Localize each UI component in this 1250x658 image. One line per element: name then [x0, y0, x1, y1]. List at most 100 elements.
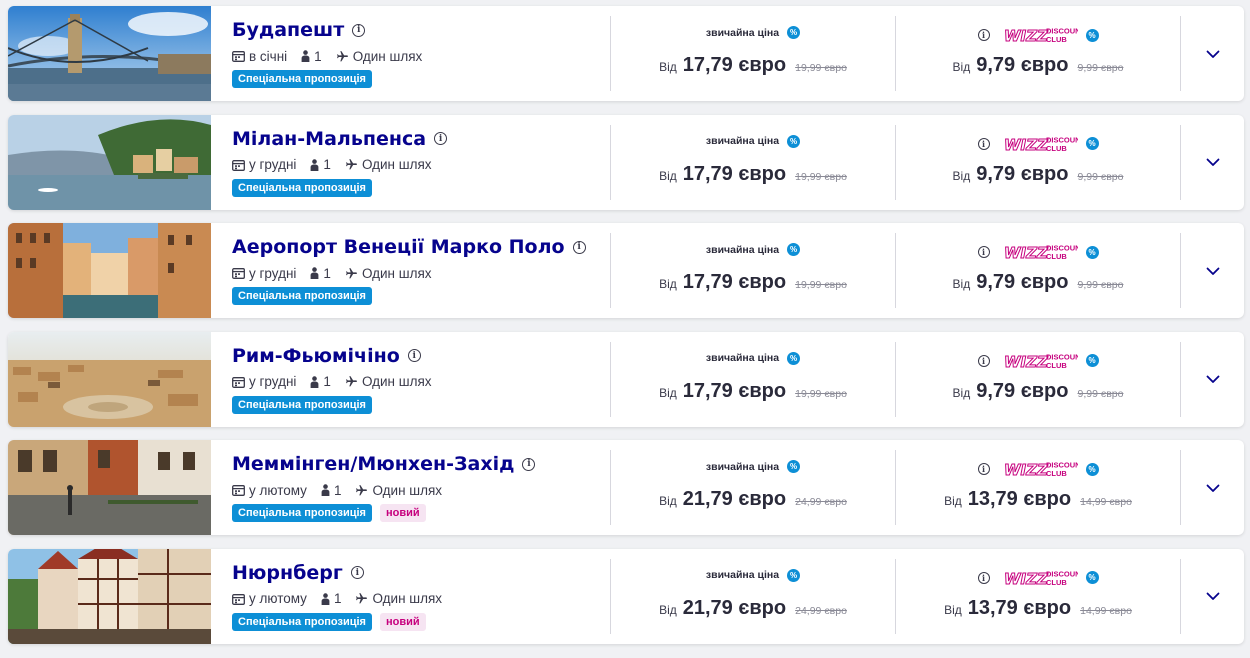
club-price-column[interactable]: i WIZZ DISCOUNT CLUB % Від 9,79 євро 9,9…: [896, 6, 1180, 101]
chevron-down-icon: [1206, 152, 1220, 171]
plane-icon: [345, 375, 358, 388]
offer-card-2[interactable]: Мілан-Мальпенса i у грудні 1 Один шлях С…: [8, 114, 1244, 210]
destination-title[interactable]: Нюрнберг i: [232, 561, 602, 585]
offer-card-6[interactable]: Нюрнберг i у лютому 1 Один шлях Спеціаль…: [8, 548, 1244, 644]
regular-price-column[interactable]: звичайна ціна % Від 17,79 євро 19,99 євр…: [611, 332, 895, 427]
offer-card-3[interactable]: Аеропорт Венеції Марко Поло i у грудні 1: [8, 223, 1244, 319]
from-label: Від: [659, 277, 677, 292]
club-price: Від 9,79 євро 9,99 євро: [896, 380, 1180, 403]
expand-button[interactable]: [1204, 44, 1222, 62]
club-price-label: i WIZZ DISCOUNT CLUB %: [896, 460, 1180, 478]
info-icon[interactable]: i: [977, 246, 990, 259]
trip-type: Один шлях: [355, 483, 442, 498]
travel-month: у грудні: [232, 157, 296, 172]
offer-badges: Спеціальна пропозиція: [232, 395, 602, 414]
destination-name[interactable]: Нюрнберг: [232, 562, 343, 584]
regular-price-label: звичайна ціна %: [611, 568, 895, 582]
destination-name[interactable]: Будапешт: [232, 19, 344, 41]
club-price-column[interactable]: i WIZZ DISCOUNT CLUB % Від 9,79 євро 9,9…: [896, 115, 1180, 210]
destination-name[interactable]: Рим-Фьюмічіно: [232, 345, 400, 367]
expand-button[interactable]: [1204, 261, 1222, 279]
passenger-count-text: 1: [314, 48, 322, 64]
info-icon[interactable]: i: [977, 571, 990, 584]
percent-icon: %: [787, 351, 801, 365]
person-icon: [321, 484, 330, 497]
club-old-price: 9,99 євро: [1077, 62, 1124, 74]
destination-title[interactable]: Будапешт i: [232, 18, 602, 42]
regular-old-price: 19,99 євро: [795, 279, 847, 292]
info-icon[interactable]: i: [434, 132, 448, 146]
regular-price-column[interactable]: звичайна ціна % Від 21,79 євро 24,99 євр…: [611, 549, 895, 644]
wizz-discount-club-logo: WIZZ DISCOUNT CLUB: [1004, 135, 1078, 153]
trip-type-text: Один шлях: [361, 265, 432, 281]
plane-icon: [345, 158, 358, 171]
special-offer-badge: Спеціальна пропозиція: [232, 612, 372, 631]
wizz-discount-club-logo: WIZZ DISCOUNT CLUB: [1004, 352, 1078, 370]
destination-name[interactable]: Мілан-Мальпенса: [232, 128, 426, 150]
club-price-column[interactable]: i WIZZ DISCOUNT CLUB % Від 13,79 євро 14…: [896, 549, 1180, 644]
offer-card-4[interactable]: Рим-Фьюмічіно i у грудні 1 Один шлях Спе…: [8, 331, 1244, 427]
column-divider: [1180, 124, 1181, 200]
destination-title[interactable]: Рим-Фьюмічіно i: [232, 344, 602, 368]
destination-title[interactable]: Меммінген/Мюнхен-Захід i: [232, 452, 602, 476]
travel-month: в січні: [232, 49, 287, 64]
regular-old-price: 19,99 євро: [795, 62, 847, 74]
person-icon: [310, 376, 319, 388]
expand-button[interactable]: [1204, 153, 1222, 171]
svg-text:CLUB: CLUB: [1046, 252, 1067, 261]
club-price-column[interactable]: i WIZZ DISCOUNT CLUB % Від 9,79 євро 9,9…: [896, 332, 1180, 427]
svg-text:CLUB: CLUB: [1046, 144, 1067, 153]
offer-card-1[interactable]: Будапешт i в січні 1 Один шлях Спеціальн…: [8, 6, 1244, 101]
expand-button[interactable]: [1204, 478, 1222, 496]
regular-price-column[interactable]: звичайна ціна % Від 17,79 євро 19,99 євр…: [611, 6, 895, 101]
regular-price-label: звичайна ціна %: [611, 460, 895, 474]
regular-price-label-text: звичайна ціна: [705, 569, 780, 582]
trip-type: Один шлях: [345, 266, 432, 281]
plane-icon: [345, 267, 358, 280]
info-icon[interactable]: i: [977, 137, 990, 150]
regular-price-column[interactable]: звичайна ціна % Від 21,79 євро 24,99 євр…: [611, 440, 895, 535]
destination-name[interactable]: Аеропорт Венеції Марко Поло: [232, 236, 565, 258]
percent-icon: %: [1085, 571, 1099, 585]
info-icon[interactable]: i: [407, 349, 421, 363]
destination-name[interactable]: Меммінген/Мюнхен-Захід: [232, 453, 514, 475]
regular-price-label: звичайна ціна %: [611, 351, 895, 365]
info-icon[interactable]: i: [977, 354, 990, 367]
offer-card-5[interactable]: Меммінген/Мюнхен-Захід i у лютому 1 Один…: [8, 440, 1244, 536]
passenger-count: 1: [310, 157, 331, 172]
from-label: Від: [659, 385, 677, 400]
wizz-discount-club-logo: WIZZ DISCOUNT CLUB: [1004, 243, 1078, 262]
travel-month: у лютому: [232, 591, 307, 606]
passenger-count-text: 1: [323, 374, 331, 390]
expand-button[interactable]: [1204, 370, 1222, 388]
percent-icon: %: [787, 26, 801, 39]
offer-badges: Спеціальна пропозиція: [232, 287, 602, 306]
passenger-count-text: 1: [323, 157, 331, 173]
svg-text:CLUB: CLUB: [1046, 35, 1067, 44]
destination-photo: [8, 331, 211, 427]
info-icon[interactable]: i: [522, 457, 536, 471]
expand-button[interactable]: [1204, 587, 1222, 605]
info-icon[interactable]: i: [572, 240, 586, 254]
trip-type-text: Один шлях: [361, 157, 432, 173]
trip-type: Один шлях: [355, 591, 442, 606]
club-old-price: 14,99 євро: [1080, 604, 1132, 617]
info-icon[interactable]: i: [977, 29, 990, 41]
info-icon[interactable]: i: [352, 23, 366, 37]
destination-title[interactable]: Мілан-Мальпенса i: [232, 127, 602, 151]
club-price-amount: 9,79 євро: [976, 54, 1069, 76]
info-icon[interactable]: i: [350, 566, 364, 580]
club-price-column[interactable]: i WIZZ DISCOUNT CLUB % Від 13,79 євро 14…: [896, 440, 1180, 535]
svg-text:WIZZ: WIZZ: [1004, 27, 1049, 44]
calendar-icon: [232, 50, 245, 62]
regular-old-price: 19,99 євро: [795, 387, 847, 400]
regular-old-price: 24,99 євро: [795, 604, 847, 617]
regular-price-column[interactable]: звичайна ціна % Від 17,79 євро 19,99 євр…: [611, 223, 895, 318]
calendar-icon: [232, 484, 245, 497]
club-price-label: i WIZZ DISCOUNT CLUB %: [896, 243, 1180, 261]
info-icon[interactable]: i: [977, 463, 990, 476]
club-price-column[interactable]: i WIZZ DISCOUNT CLUB % Від 9,79 євро 9,9…: [896, 223, 1180, 318]
offer-info: Будапешт i в січні 1 Один шлях Спеціальн…: [232, 18, 602, 88]
destination-title[interactable]: Аеропорт Венеції Марко Поло i: [232, 235, 602, 259]
regular-price-column[interactable]: звичайна ціна % Від 17,79 євро 19,99 євр…: [611, 115, 895, 210]
